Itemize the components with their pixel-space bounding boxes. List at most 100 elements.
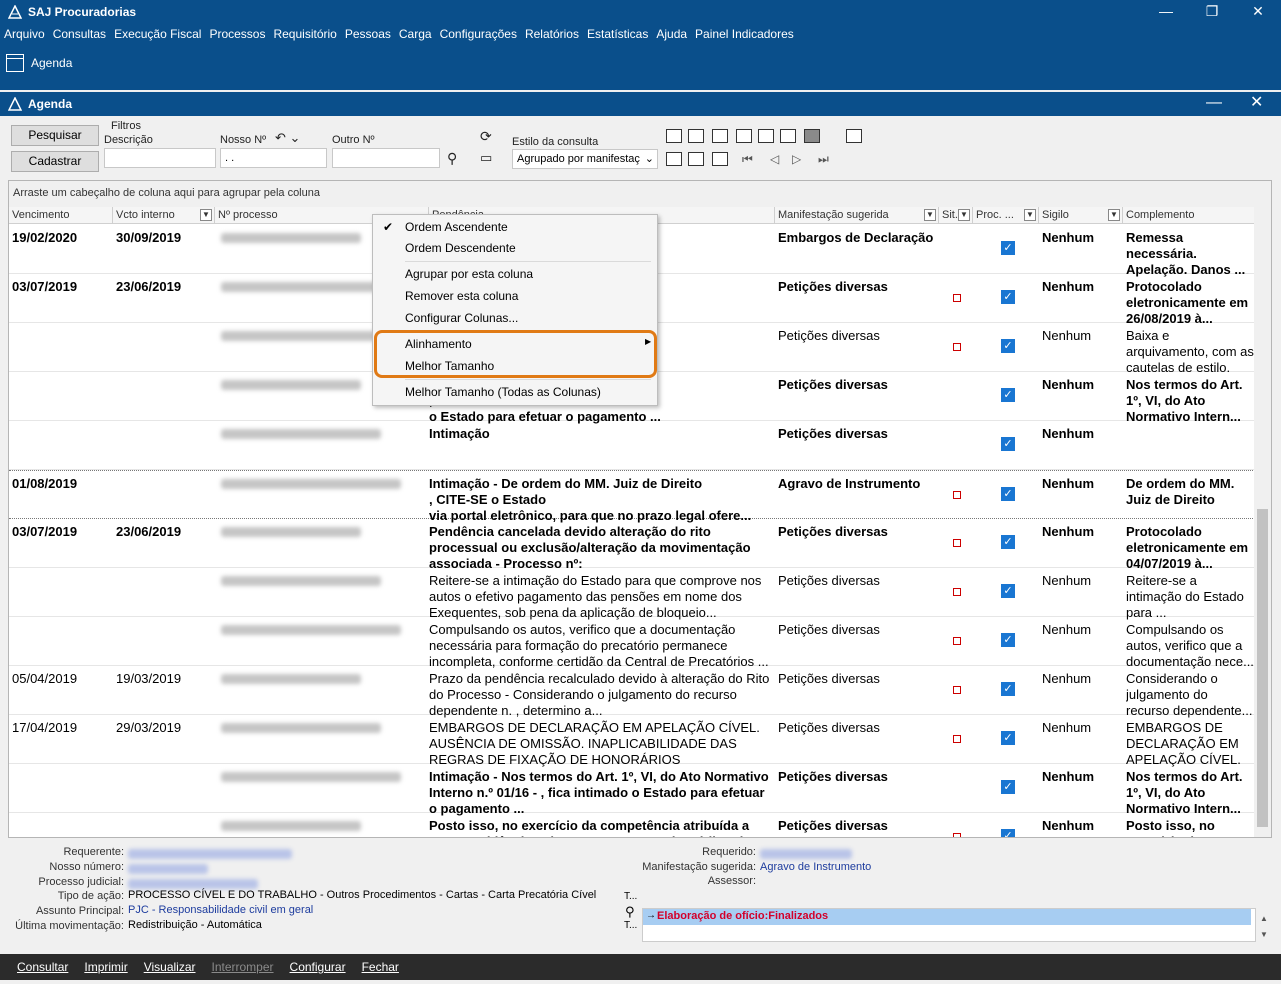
window-close-icon[interactable]: ✕ [1250,92,1263,116]
column-header[interactable]: Complemento [1123,207,1255,224]
message-icon[interactable]: ▭ [480,150,492,166]
proc-checkbox[interactable]: ✓ [1001,241,1015,255]
menu-item[interactable]: Painel Indicadores [695,24,794,44]
interromper-button[interactable]: Interromper [212,960,274,974]
column-header[interactable]: Vencimento [9,207,113,224]
proc-checkbox[interactable]: ✓ [1001,535,1015,549]
minimize-icon[interactable]: — [1143,0,1189,24]
table-row[interactable]: 17/04/2019 29/03/2019 EMBARGOS DE DECLARAÇ… [9,715,1255,767]
toolbar-icon[interactable] [712,152,728,166]
pesquisar-button[interactable]: Pesquisar [11,125,99,146]
estilo-select[interactable]: Agrupado por manifestaç ⌄ [512,149,658,169]
filter-dropdown-icon[interactable]: ▼ [1024,209,1036,221]
menu-item-ordem-ascendente[interactable]: Ordem Ascendente [405,220,508,234]
table-row[interactable]: 03/07/2019 23/06/2019 Pendência cancelada … [9,519,1255,571]
proc-checkbox[interactable]: ✓ [1001,633,1015,647]
refresh-icon[interactable]: ⟳ [480,128,492,145]
table-row[interactable]: Intimação Petições diversas ✓ Nenhum [9,421,1255,470]
fechar-button[interactable]: Fechar [362,960,399,974]
column-header[interactable]: Proc. ... ▼ [973,207,1039,224]
menu-item[interactable]: Estatísticas [587,24,648,44]
assunto-value[interactable]: PJC - Responsabilidade civil em geral [128,904,313,916]
imprimir-button[interactable]: Imprimir [84,960,127,974]
menu-item-ordem-descendente[interactable]: Ordem Descendente [405,241,516,255]
menu-item[interactable]: Pessoas [345,24,391,44]
proc-checkbox[interactable]: ✓ [1001,339,1015,353]
status-icon[interactable] [953,343,961,351]
close-icon[interactable]: ✕ [1235,0,1281,24]
table-row[interactable]: 01/08/2019 Intimação - De ordem do MM. Ju… [9,470,1255,523]
filter-dropdown-icon[interactable]: ▼ [200,209,212,221]
outro-numero-input[interactable] [332,148,440,168]
table-row[interactable]: Intimação - Nos termos do Art. 1º, VI, d… [9,764,1255,816]
proc-checkbox[interactable]: ✓ [1001,487,1015,501]
search-detail-icon[interactable]: ⚲ [625,904,635,920]
table-row[interactable]: Reitere-se a intimação do Estado para qu… [9,568,1255,620]
proc-checkbox[interactable]: ✓ [1001,388,1015,402]
nav-icon[interactable]: ⏮ [742,152,753,167]
proc-checkbox[interactable]: ✓ [1001,682,1015,696]
proc-checkbox[interactable]: ✓ [1001,780,1015,794]
nav-icon[interactable]: ◁ [770,152,779,166]
menu-item[interactable]: Ajuda [656,24,687,44]
menu-item[interactable]: Processos [209,24,265,44]
cadastrar-button[interactable]: Cadastrar [11,151,99,172]
status-icon[interactable] [953,588,961,596]
menu-item[interactable]: Execução Fiscal [114,24,201,44]
proc-checkbox[interactable]: ✓ [1001,584,1015,598]
column-header[interactable]: Sit. ▼ [939,207,973,224]
proc-checkbox[interactable]: ✓ [1001,731,1015,745]
nosso-numero-input[interactable]: . . [220,148,327,168]
table-row[interactable]: Posto isso, no exercício da competência … [9,813,1255,837]
manif-sugerida-value[interactable]: Agravo de Instrumento [760,861,871,873]
vertical-scrollbar[interactable] [1254,181,1271,837]
descricao-input[interactable] [104,148,216,168]
toolbar-icon[interactable] [758,129,774,143]
toolbar-icon[interactable] [780,129,796,143]
menu-item[interactable]: Requisitório [273,24,336,44]
proc-checkbox[interactable]: ✓ [1001,829,1015,837]
status-icon[interactable] [953,833,961,837]
status-icon[interactable] [953,294,961,302]
scroll-up-icon[interactable]: ▲ [1260,914,1268,923]
proc-checkbox[interactable]: ✓ [1001,437,1015,451]
window-minimize-icon[interactable]: — [1206,92,1222,116]
table-row[interactable]: 05/04/2019 19/03/2019 Prazo da pendência r… [9,666,1255,718]
log-item[interactable]: → Elaboração de ofício:Finalizados [643,909,1251,925]
nav-icon[interactable]: ▷ [792,152,801,166]
toolbar-icon[interactable] [666,129,682,143]
filter-dropdown-icon[interactable]: ▼ [1108,209,1120,221]
status-icon[interactable] [953,686,961,694]
toolbar-icon[interactable] [804,129,820,143]
toolbar-icon[interactable] [846,129,862,143]
status-icon[interactable] [953,735,961,743]
menu-item[interactable]: Consultas [53,24,106,44]
column-header[interactable]: Sigilo ▼ [1039,207,1123,224]
menu-item[interactable]: Arquivo [4,24,45,44]
filter-dropdown-icon[interactable]: ▼ [958,209,970,221]
menu-item-remover[interactable]: Remover esta coluna [405,289,518,303]
visualizar-button[interactable]: Visualizar [144,960,196,974]
toolbar-icon[interactable] [688,152,704,166]
status-icon[interactable] [953,539,961,547]
search-icon[interactable]: ⚲ [447,150,457,167]
column-header[interactable]: Vcto interno ▼ [113,207,215,224]
menu-item[interactable]: Relatórios [525,24,579,44]
status-icon[interactable] [953,491,961,499]
proc-checkbox[interactable]: ✓ [1001,290,1015,304]
table-row[interactable]: Compulsando os autos, verifico que a doc… [9,617,1255,669]
configurar-button[interactable]: Configurar [290,960,346,974]
menu-item[interactable]: Carga [399,24,432,44]
undo-icon[interactable]: ↶ ⌄ [275,130,300,146]
toolbar-icon[interactable] [666,152,682,166]
toolbar-icon[interactable] [736,129,752,143]
ribbon-agenda-button[interactable]: Agenda [6,54,72,72]
toolbar-icon[interactable] [688,129,704,143]
column-header[interactable]: Manifestação sugerida ▼ [775,207,939,224]
menu-item[interactable]: Configurações [440,24,517,44]
nav-icon[interactable]: ⏭ [818,152,829,167]
status-icon[interactable] [953,637,961,645]
menu-item-configurar-colunas[interactable]: Configurar Colunas... [405,311,518,325]
menu-item-agrupar[interactable]: Agrupar por esta coluna [405,267,533,281]
toolbar-icon[interactable] [712,129,728,143]
